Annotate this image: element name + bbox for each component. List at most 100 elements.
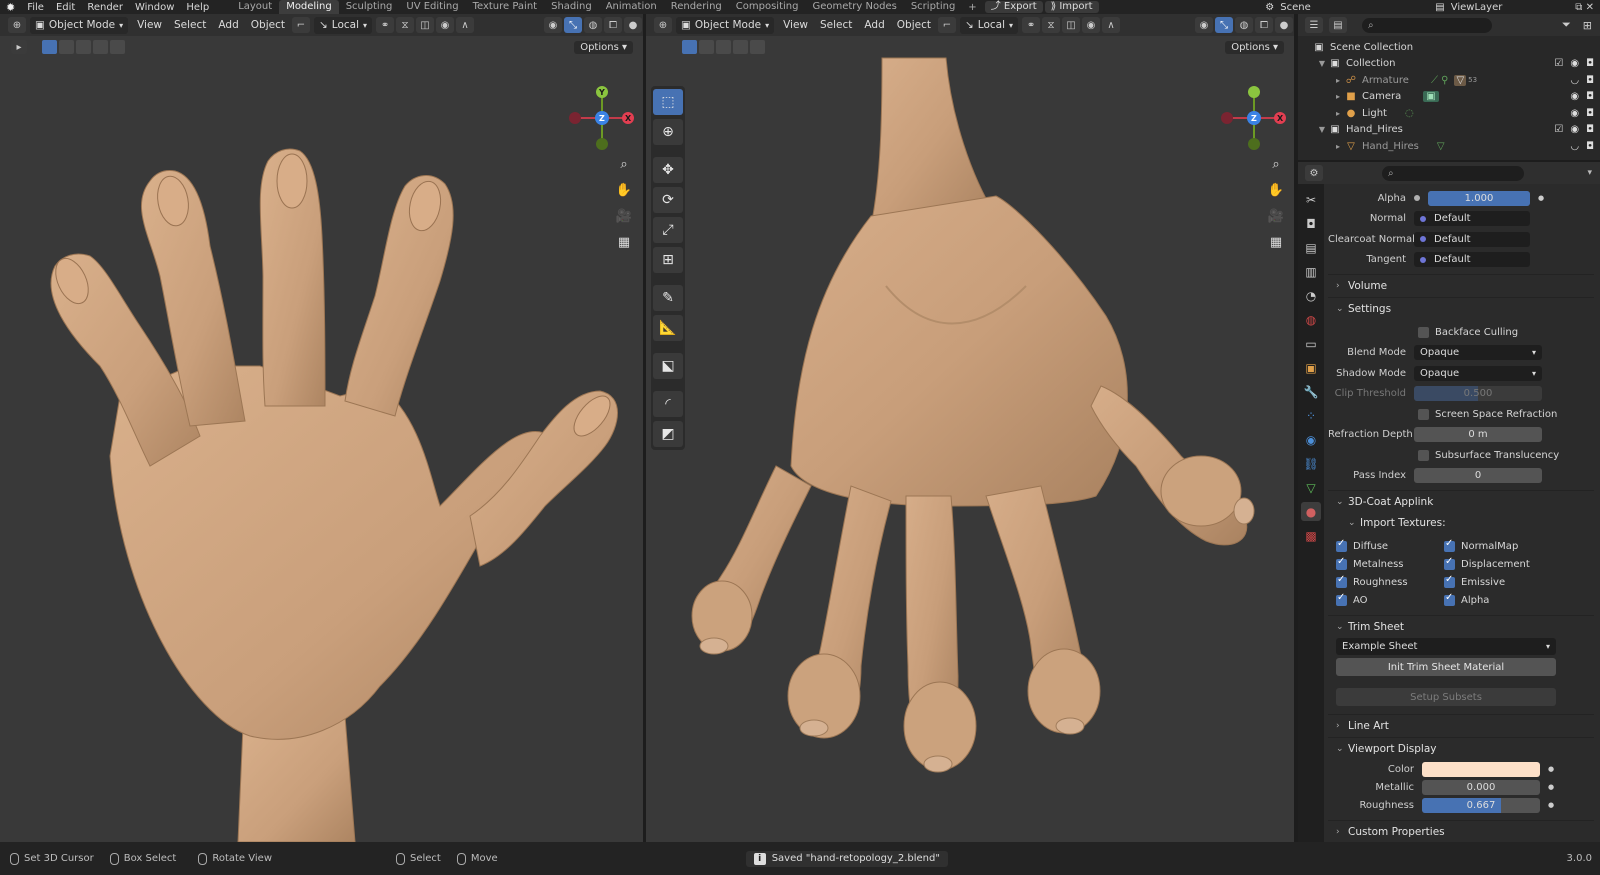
orientation-dropdown[interactable]: ↘ Local ▾ <box>313 16 373 34</box>
export-button[interactable]: ⤴ Export <box>984 1 1043 13</box>
gizmo-toggle-icon[interactable]: ⤡ <box>1215 17 1233 33</box>
texture-tab-icon[interactable]: ▩ <box>1301 526 1321 545</box>
tangent-socket-field[interactable]: Default <box>1414 252 1530 268</box>
expand-icon[interactable]: ▸ <box>1332 76 1344 85</box>
menu-help[interactable]: Help <box>180 2 215 13</box>
checkbox[interactable] <box>1444 592 1455 606</box>
clearcoat-normal-socket-field[interactable]: Default <box>1414 231 1530 247</box>
import-button[interactable]: ⟫ Import <box>1044 1 1099 13</box>
checkbox[interactable] <box>1336 574 1347 588</box>
proportional-edit-icon[interactable]: ◉ <box>436 17 455 33</box>
camera-render-icon[interactable]: ◘ <box>1586 75 1594 86</box>
xray-icon[interactable]: ⧠ <box>1255 17 1273 33</box>
eye-icon[interactable]: ◉ <box>1570 58 1579 69</box>
transform-pivot-icon[interactable]: ⌐ <box>937 17 956 33</box>
checkbox[interactable] <box>1444 574 1455 588</box>
camera-view-icon[interactable]: 🎥 <box>613 206 635 226</box>
alpha-slider[interactable]: 1.000 <box>1428 190 1530 206</box>
camera-view-icon[interactable]: 🎥 <box>1265 206 1287 226</box>
mode-dropdown[interactable]: ▣ Object Mode ▾ <box>676 16 775 34</box>
panel-import-textures[interactable]: ⌄ Import Textures: <box>1328 513 1594 533</box>
checkbox[interactable] <box>1336 538 1347 552</box>
camera-render-icon[interactable]: ◘ <box>1586 141 1594 152</box>
view-layer-tab-icon[interactable]: ▥ <box>1301 262 1321 281</box>
mode-dropdown[interactable]: ▣ Object Mode ▾ <box>30 16 129 34</box>
outliner-search-field[interactable]: ⌕ <box>1362 17 1492 33</box>
add-workspace-button[interactable]: + <box>962 2 982 13</box>
alpha-checkbox-row[interactable]: Alpha <box>1444 591 1552 609</box>
backface-culling-checkbox[interactable] <box>1418 326 1429 338</box>
visibility-icon[interactable]: ◉ <box>544 17 562 33</box>
view-layer-selector[interactable]: ▤ ViewLayer <box>1435 2 1575 13</box>
roughness-checkbox-row[interactable]: Roughness <box>1336 573 1444 591</box>
object-tab-icon[interactable]: ▣ <box>1301 358 1321 377</box>
editor-type-icon[interactable]: ⊕ <box>8 17 26 33</box>
shadow-mode-dropdown[interactable]: Opaque ▾ <box>1414 365 1542 381</box>
measure-tool-icon[interactable]: 📐 <box>653 315 683 341</box>
tab-compositing[interactable]: Compositing <box>729 0 806 14</box>
zoom-icon[interactable]: ⌕ <box>613 154 635 174</box>
visibility-icon[interactable]: ◉ <box>1195 17 1213 33</box>
orientation-dropdown[interactable]: ↘ Local ▾ <box>959 16 1019 34</box>
expand-icon[interactable]: ▸ <box>1332 109 1344 118</box>
eye-closed-icon[interactable]: ◡ <box>1570 75 1579 86</box>
scene-selector[interactable]: ⚙ Scene <box>1265 2 1435 13</box>
tab-shading[interactable]: Shading <box>544 0 599 14</box>
init-trim-sheet-button[interactable]: Init Trim Sheet Material <box>1336 658 1556 676</box>
object-data-tab-icon[interactable]: ▽ <box>1301 478 1321 497</box>
cursor-tool-icon[interactable]: ⊕ <box>653 119 683 145</box>
scene-tab-icon[interactable]: ◔ <box>1301 286 1321 305</box>
normalmap-checkbox-row[interactable]: NormalMap <box>1444 537 1552 555</box>
tab-sculpting[interactable]: Sculpting <box>339 0 400 14</box>
zoom-icon[interactable]: ⌕ <box>1265 154 1287 174</box>
filter-icon[interactable]: ⏷ <box>1562 18 1579 32</box>
chevron-down-icon[interactable]: ▾ <box>1587 168 1600 178</box>
tab-geometry-nodes[interactable]: Geometry Nodes <box>805 0 903 14</box>
keyframe-dot-icon[interactable]: ● <box>1538 194 1544 202</box>
constraints-tab-icon[interactable]: ⛓ <box>1301 454 1321 473</box>
keyframe-dot-icon[interactable]: ● <box>1548 801 1554 809</box>
blend-mode-dropdown[interactable]: Opaque ▾ <box>1414 345 1542 361</box>
camera-render-icon[interactable]: ◘ <box>1586 124 1594 135</box>
hand-pan-icon[interactable]: ✋ <box>613 180 635 200</box>
panel-viewport-display[interactable]: ⌄ Viewport Display <box>1328 738 1594 760</box>
panel-custom-properties[interactable]: › Custom Properties <box>1328 821 1594 842</box>
display-mode-icon[interactable]: ▤ <box>1329 17 1347 33</box>
expand-icon[interactable]: ▼ <box>1316 59 1328 68</box>
ssr-checkbox[interactable] <box>1418 408 1429 420</box>
physics-tab-icon[interactable]: ◉ <box>1301 430 1321 449</box>
eye-icon[interactable]: ◉ <box>1570 108 1579 119</box>
checkbox[interactable] <box>1444 556 1455 570</box>
panel-trim-sheet[interactable]: ⌄ Trim Sheet <box>1328 616 1594 638</box>
ortho-grid-icon[interactable]: ▦ <box>613 232 635 252</box>
editor-type-icon[interactable]: ⊕ <box>654 17 672 33</box>
snap-icon[interactable]: ⧖ <box>1042 17 1061 33</box>
outliner-row-light[interactable]: ▸ ● Light ◌ ◉ ◘ <box>1298 105 1600 122</box>
outliner-row-armature[interactable]: ▸ ☍ Armature ⟋ ⚲ ▽ 53 ◡ ◘ <box>1298 72 1600 89</box>
trim-sheet-dropdown[interactable]: Example Sheet ▾ <box>1336 638 1556 655</box>
tab-texture-paint[interactable]: Texture Paint <box>466 0 545 14</box>
eye-icon[interactable]: ◉ <box>1570 124 1579 135</box>
falloff-icon[interactable]: ∧ <box>456 17 475 33</box>
metalness-checkbox-row[interactable]: Metalness <box>1336 555 1444 573</box>
rotate-tool-icon[interactable]: ⟳ <box>653 187 683 213</box>
tab-uv-editing[interactable]: UV Editing <box>399 0 465 14</box>
snap-icon[interactable]: ⧖ <box>396 17 415 33</box>
output-tab-icon[interactable]: ▤ <box>1301 238 1321 257</box>
panel-3dcoat-applink[interactable]: ⌄ 3D-Coat Applink <box>1328 491 1594 513</box>
saved-notification[interactable]: i Saved "hand-retopology_2.blend" <box>745 850 948 867</box>
emissive-checkbox-row[interactable]: Emissive <box>1444 573 1552 591</box>
outliner-row-collection[interactable]: ▼ ▣ Collection ☑ ◉ ◘ <box>1298 56 1600 73</box>
panel-line-art[interactable]: › Line Art <box>1328 715 1594 737</box>
shear-tool-icon[interactable]: ◜ <box>653 391 683 417</box>
pivot-point-icon[interactable]: ⚭ <box>376 17 395 33</box>
menu-file[interactable]: File <box>21 2 50 13</box>
panel-settings[interactable]: ⌄ Settings <box>1328 298 1594 320</box>
checkbox-icon[interactable]: ☑ <box>1554 124 1563 135</box>
expand-icon[interactable]: ▸ <box>1332 92 1344 101</box>
menu-object[interactable]: Object <box>891 19 937 31</box>
add-cube-tool-icon[interactable]: ⬕ <box>653 353 683 379</box>
shading-solid-icon[interactable]: ● <box>624 17 642 33</box>
checkbox[interactable] <box>1444 538 1455 552</box>
metallic-slider[interactable]: 0.000 <box>1422 779 1540 795</box>
